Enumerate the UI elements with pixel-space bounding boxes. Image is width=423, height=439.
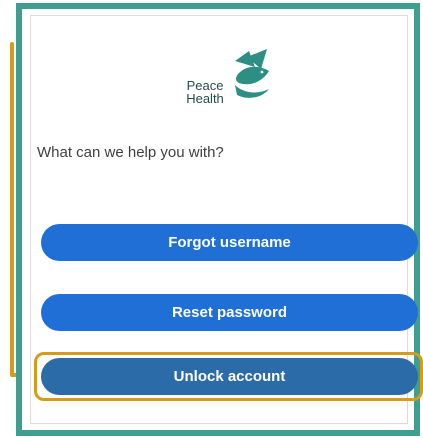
logo-wordmark: Peace Health [180, 79, 230, 105]
help-card: Peace Health What can we help you with? … [16, 3, 423, 436]
help-prompt: What can we help you with? [37, 144, 224, 161]
peacehealth-logo: Peace Health [177, 49, 273, 113]
logo-line-2: Health [186, 91, 224, 106]
unlock-account-button[interactable]: Unlock account [41, 358, 418, 395]
forgot-username-button[interactable]: Forgot username [41, 224, 418, 261]
callout-bracket [10, 42, 14, 376]
help-panel: Peace Health What can we help you with? … [30, 15, 423, 424]
dove-logo-icon [235, 49, 269, 98]
reset-password-button[interactable]: Reset password [41, 294, 418, 331]
